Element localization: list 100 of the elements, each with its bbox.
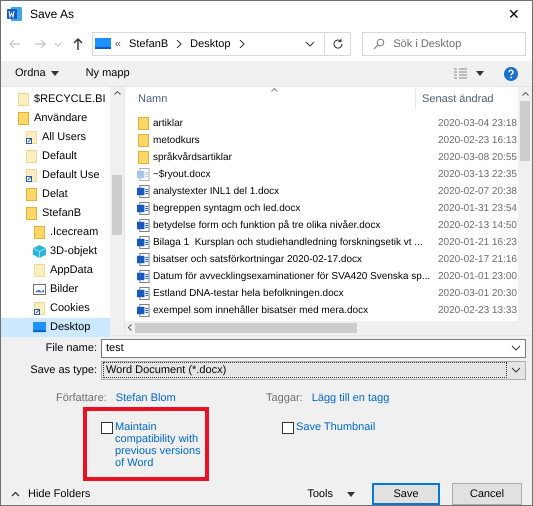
file-name[interactable]: metodkurs [153, 132, 438, 148]
checkbox-label[interactable]: Save Thumbnail [296, 420, 376, 433]
cube-icon [33, 244, 46, 258]
modified-date: 2020-03-04 23:18 [438, 116, 518, 131]
chevron-down-icon[interactable] [511, 345, 521, 352]
folder-icon [137, 134, 150, 147]
breadcrumb-item[interactable]: StefanB [129, 36, 168, 52]
tree-item[interactable]: All Users [1, 128, 110, 147]
cancel-button[interactable]: Cancel [452, 483, 522, 505]
word-document-icon [137, 168, 150, 181]
sidebar-scrollbar[interactable] [110, 86, 124, 335]
file-name[interactable]: Datum för avvecklingsexaminationer för SVA420 Svenska sp... [153, 268, 438, 284]
help-icon[interactable] [504, 66, 518, 81]
chevron-right-icon[interactable] [176, 40, 182, 48]
file-name[interactable]: språkvårdsartiklar [153, 150, 438, 165]
checkbox[interactable] [282, 422, 294, 434]
meta-label: Författare: [56, 390, 107, 406]
chevron-down-icon[interactable] [305, 39, 316, 50]
scroll-up-icon[interactable] [114, 90, 121, 95]
column-header[interactable]: Senast ändrad [415, 88, 494, 109]
file-name[interactable]: analystexter INL1 del 1.docx [153, 184, 438, 199]
field-label: Save as type: [29, 363, 98, 378]
file-name[interactable]: artiklar [153, 116, 438, 131]
view-options-icon[interactable] [454, 68, 468, 80]
modified-date: 2020-02-23 13:33 [438, 304, 518, 318]
breadcrumb-item[interactable]: Desktop [190, 36, 231, 52]
tree-item[interactable]: .Icecream [1, 222, 110, 242]
search-icon [373, 38, 386, 50]
meta-link[interactable]: Stefan Blom [116, 390, 176, 407]
horizontal-scrollbar[interactable] [125, 320, 532, 335]
column-header[interactable]: Namn [125, 90, 415, 108]
tree-item[interactable]: Bilder [1, 280, 110, 299]
caret-icon[interactable] [50, 71, 59, 76]
tree-item[interactable]: Delat [1, 184, 110, 204]
tools-menu-button[interactable]: Tools [307, 486, 355, 502]
overflow-marker: « [114, 36, 122, 52]
file-name[interactable]: betydelse form och funktion på tre olika nivåer.docx [153, 218, 438, 233]
word-document-icon [137, 304, 150, 317]
tree-item[interactable]: StefanB [1, 204, 110, 223]
modified-date: 2020-03-08 20:55 [438, 150, 518, 165]
tree-item[interactable]: Default [1, 146, 110, 166]
word-document-icon [137, 218, 150, 232]
checkbox-label[interactable]: Maintain compatibility with previous versions of Word [115, 420, 205, 469]
close-button[interactable]: ✕ [496, 1, 532, 27]
refresh-icon[interactable] [332, 38, 344, 50]
modified-date: 2020-01-21 16:23 [438, 236, 518, 250]
file-name-field[interactable]: test [101, 338, 526, 358]
desktop-icon [94, 38, 111, 50]
address-bar[interactable]: « StefanB Desktop [92, 32, 352, 56]
shortcut-folder-icon [25, 168, 38, 182]
chevron-right-icon[interactable] [238, 40, 245, 48]
word-logo-icon [7, 6, 23, 22]
shortcut-folder-icon [33, 302, 46, 315]
folder-icon [137, 150, 150, 164]
tree-item[interactable]: Default Use [1, 166, 110, 185]
file-name[interactable]: bisatser och satsförkortningar 2020-02-17.docx [153, 252, 438, 267]
hide-folders-button[interactable]: Hide Folders [11, 486, 90, 502]
tree-item[interactable]: Desktop [1, 318, 110, 337]
desktop-icon [33, 322, 46, 333]
chevron-down-icon[interactable] [511, 367, 521, 374]
folder-icon [25, 188, 38, 201]
search-field[interactable]: Sök i Desktop [362, 32, 526, 56]
tree-item[interactable]: Användare [1, 108, 110, 128]
checkbox[interactable] [101, 422, 113, 434]
tree-item[interactable]: AppData [1, 260, 110, 280]
word-document-icon [137, 202, 150, 215]
caret-icon[interactable] [476, 71, 484, 76]
tree-item[interactable]: 3D-objekt [1, 242, 110, 261]
caret-icon[interactable] [347, 492, 355, 496]
chevron-up-icon[interactable] [11, 491, 20, 497]
save-button[interactable]: Save [372, 483, 440, 505]
scroll-up-icon[interactable] [522, 92, 528, 96]
file-name[interactable]: Bilaga 1 Kursplan och studiehandledning forskningsetik vt ... [153, 234, 438, 250]
word-document-icon [137, 286, 150, 300]
file-name[interactable]: ~$ryout.docx [153, 166, 438, 182]
scrollbar-thumb[interactable] [135, 322, 357, 333]
shortcut-folder-icon [25, 130, 38, 144]
new-folder-button[interactable]: Ny mapp [86, 65, 130, 82]
window-title: Save As [30, 6, 74, 23]
modified-date: 2020-03-01 20:30 [438, 286, 518, 301]
folder-icon [33, 226, 46, 239]
sort-indicator-icon [271, 88, 278, 92]
organize-menu-button[interactable]: Ordna [15, 65, 59, 82]
modified-date: 2020-02-23 16:13 [438, 134, 518, 148]
file-name[interactable]: begreppen syntagm och led.docx [153, 200, 438, 216]
folder-icon [25, 206, 38, 220]
tree-item[interactable]: Cookies [1, 298, 110, 318]
meta-link[interactable]: Lägg till en tagg [312, 390, 390, 407]
up-arrow-icon[interactable] [70, 36, 85, 52]
picture-icon [33, 284, 46, 295]
save-type-dropdown[interactable]: Word Document (*.docx) [101, 360, 526, 380]
tree-item[interactable]: $RECYCLE.BI [1, 90, 110, 109]
file-name[interactable]: exempel som innehåller bisatser med mera.docx [153, 302, 438, 318]
word-document-icon [137, 252, 150, 266]
modified-date: 2020-02-07 20:38 [438, 184, 518, 199]
scrollbar-thumb[interactable] [520, 100, 530, 161]
scroll-left-icon[interactable] [128, 324, 132, 332]
scrollbar-thumb[interactable] [112, 174, 122, 235]
folder-icon [137, 116, 150, 130]
file-name[interactable]: Estland DNA-testar hela befolkningen.docx [153, 286, 438, 301]
